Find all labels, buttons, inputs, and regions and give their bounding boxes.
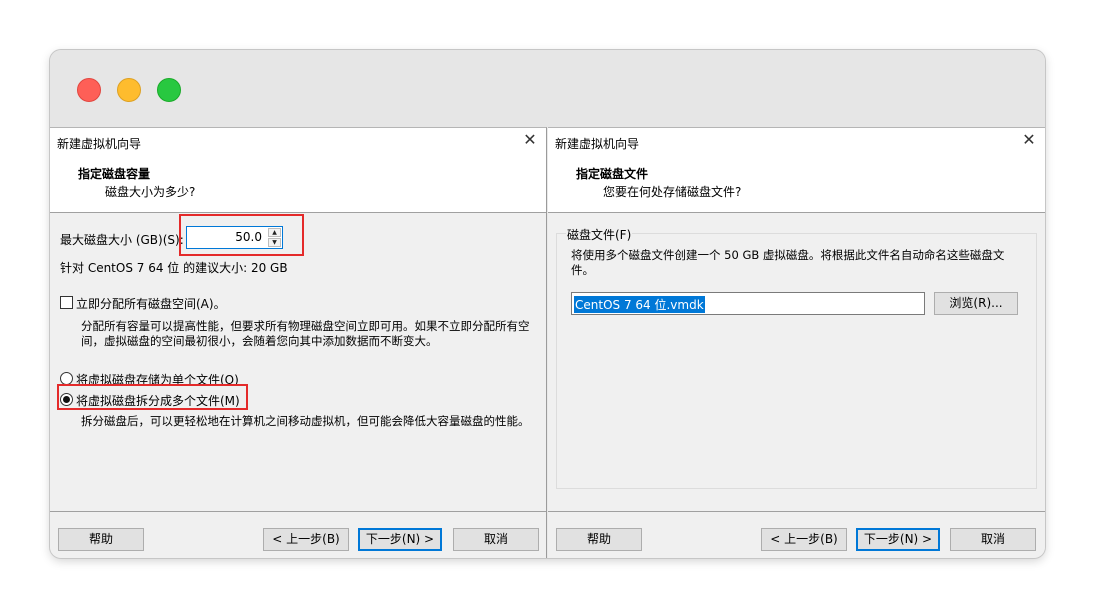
multi-file-description: 拆分磁盘后，可以更轻松地在计算机之间移动虚拟机，但可能会降低大容量磁盘的性能。 [81, 414, 530, 428]
back-button[interactable]: < 上一步(B) [761, 528, 847, 551]
disk-file-dialog: 新建虚拟机向导 ✕ 指定磁盘文件 您要在何处存储磁盘文件? 磁盘文件(F) 将使… [548, 127, 1045, 558]
allocate-now-checkbox[interactable] [60, 296, 73, 309]
macos-window: 新建虚拟机向导 ✕ 指定磁盘容量 磁盘大小为多少? 最大磁盘大小 (GB)(S)… [50, 50, 1045, 558]
window-close-button[interactable] [77, 78, 101, 102]
disk-file-input[interactable]: CentOS 7 64 位.vmdk [571, 292, 925, 315]
dialog-heading: 指定磁盘容量 [78, 167, 151, 181]
cancel-button[interactable]: 取消 [950, 528, 1036, 551]
recommended-size-text: 针对 CentOS 7 64 位 的建议大小: 20 GB [60, 261, 288, 275]
highlight-box-split [57, 384, 248, 410]
help-button[interactable]: 帮助 [556, 528, 642, 551]
browse-button[interactable]: 浏览(R)... [934, 292, 1018, 315]
close-icon[interactable]: ✕ [522, 132, 538, 148]
cancel-button[interactable]: 取消 [453, 528, 539, 551]
close-icon[interactable]: ✕ [1021, 132, 1037, 148]
dialog-title: 新建虚拟机向导 [555, 137, 640, 151]
back-button[interactable]: < 上一步(B) [263, 528, 349, 551]
footer-divider [50, 511, 546, 512]
help-button[interactable]: 帮助 [58, 528, 144, 551]
next-button[interactable]: 下一步(N) > [856, 528, 940, 551]
allocate-now-label[interactable]: 立即分配所有磁盘空间(A)。 [76, 295, 226, 312]
disk-file-group-label: 磁盘文件(F) [566, 226, 633, 243]
disk-file-value[interactable]: CentOS 7 64 位.vmdk [574, 296, 705, 313]
allocate-now-description: 分配所有容量可以提高性能，但要求所有物理磁盘空间立即可用。如果不立即分配所有空间… [81, 319, 530, 348]
next-button[interactable]: 下一步(N) > [358, 528, 442, 551]
dialog-header: 新建虚拟机向导 ✕ 指定磁盘文件 您要在何处存储磁盘文件? [548, 128, 1045, 213]
dialog-subheading: 您要在何处存储磁盘文件? [603, 185, 742, 199]
window-titlebar [50, 50, 1045, 127]
window-minimize-button[interactable] [117, 78, 141, 102]
disk-capacity-dialog: 新建虚拟机向导 ✕ 指定磁盘容量 磁盘大小为多少? 最大磁盘大小 (GB)(S)… [50, 127, 547, 558]
dialog-subheading: 磁盘大小为多少? [105, 185, 196, 199]
dialog-title: 新建虚拟机向导 [57, 137, 142, 151]
highlight-box-size [179, 214, 304, 256]
disk-file-description: 将使用多个磁盘文件创建一个 50 GB 虚拟磁盘。将根据此文件名自动命名这些磁盘… [571, 248, 1005, 277]
window-maximize-button[interactable] [157, 78, 181, 102]
dialog-header: 新建虚拟机向导 ✕ 指定磁盘容量 磁盘大小为多少? [50, 128, 546, 213]
max-disk-size-label: 最大磁盘大小 (GB)(S): [60, 233, 184, 247]
footer-divider [548, 511, 1045, 512]
dialog-heading: 指定磁盘文件 [576, 167, 649, 181]
